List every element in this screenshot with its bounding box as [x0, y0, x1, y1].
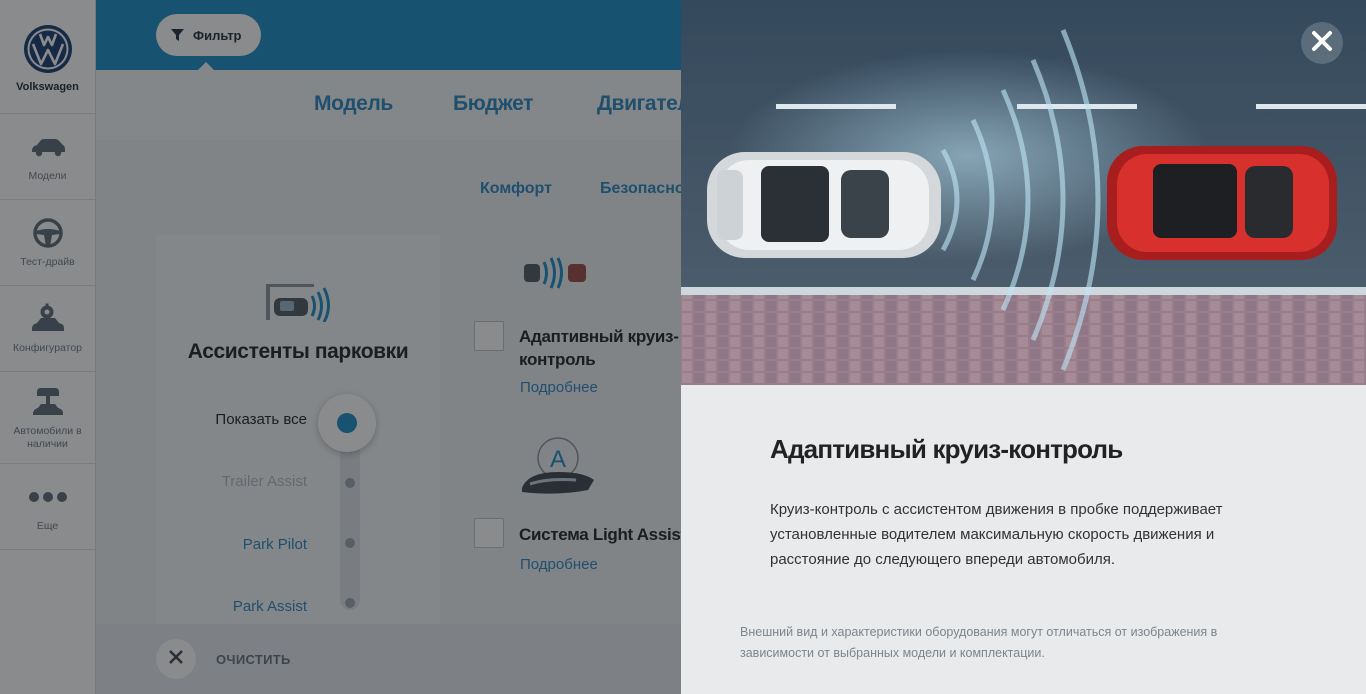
close-button[interactable]	[1301, 22, 1343, 64]
detail-description: Круиз-контроль с ассистентом движения в …	[770, 501, 1223, 568]
detail-panel: Адаптивный круиз-контроль Круиз-контроль…	[681, 0, 1366, 694]
close-icon	[1311, 30, 1333, 57]
cruise-photo-illustration	[681, 0, 1366, 385]
feature-photo	[681, 0, 1366, 385]
detail-title: Адаптивный круиз-контроль	[770, 434, 1123, 464]
detail-disclaimer: Внешний вид и характеристики оборудовани…	[740, 625, 1218, 660]
